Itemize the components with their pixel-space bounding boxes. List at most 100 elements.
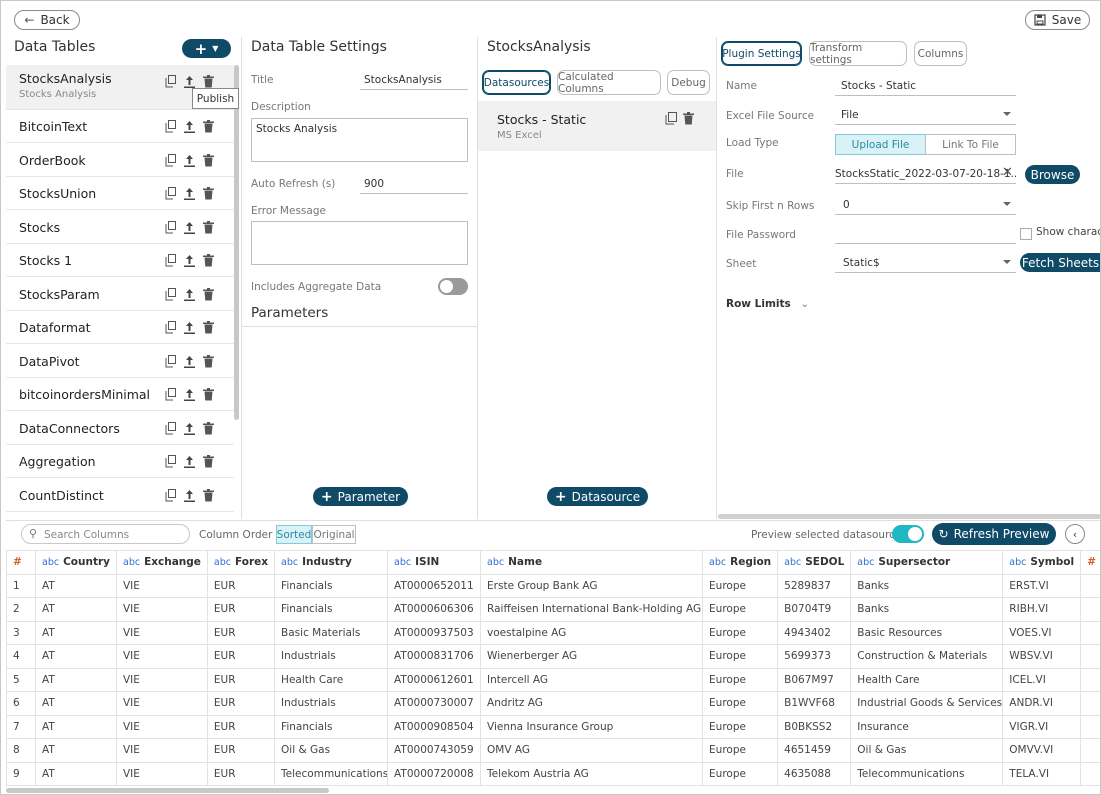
table-list-item[interactable]: Stocks bbox=[6, 210, 234, 244]
trash-icon[interactable] bbox=[203, 73, 216, 88]
copy-icon[interactable] bbox=[165, 319, 178, 334]
publish-icon[interactable] bbox=[184, 252, 197, 267]
publish-icon[interactable] bbox=[184, 73, 197, 88]
trash-icon[interactable] bbox=[203, 420, 216, 434]
trash-icon[interactable] bbox=[203, 386, 216, 401]
trash-icon[interactable] bbox=[203, 487, 216, 501]
tab-datasources[interactable]: Datasources bbox=[482, 70, 551, 95]
table-list-item[interactable]: Aggregation bbox=[6, 445, 234, 478]
table-list-item[interactable]: Stocks 1 bbox=[6, 244, 234, 277]
row-limits-toggle[interactable]: Row Limits ⌄ bbox=[726, 298, 809, 310]
column-header[interactable]: abc Industry bbox=[274, 550, 389, 575]
password-input[interactable] bbox=[835, 229, 1016, 244]
table-row[interactable]: 5 AT VIE EUR Health Care AT0000612601 Intercel… bbox=[6, 667, 1100, 692]
aggregate-toggle[interactable] bbox=[438, 278, 468, 295]
copy-icon[interactable] bbox=[665, 112, 677, 125]
publish-icon[interactable] bbox=[184, 386, 197, 401]
copy-icon[interactable] bbox=[165, 353, 178, 367]
link-to-file-option[interactable]: Link To File bbox=[925, 134, 1016, 155]
tab-columns[interactable]: Columns bbox=[914, 41, 967, 66]
column-header[interactable]: abc Country bbox=[35, 550, 117, 575]
browse-button[interactable]: Browse bbox=[1025, 165, 1080, 184]
column-header[interactable]: abc Name bbox=[480, 550, 704, 575]
publish-icon[interactable] bbox=[184, 420, 197, 435]
table-list-item[interactable]: DataConnectors bbox=[6, 411, 234, 445]
tab-plugin-settings[interactable]: Plugin Settings bbox=[721, 41, 802, 66]
horizontal-scrollbar[interactable] bbox=[718, 514, 1100, 519]
table-row[interactable]: 6 AT VIE EUR Industrials AT0000730007 Andritz … bbox=[6, 691, 1100, 716]
add-parameter-button[interactable]: + Parameter bbox=[313, 487, 408, 506]
copy-icon[interactable] bbox=[165, 219, 178, 233]
column-header[interactable]: abc Supersector bbox=[850, 550, 1004, 575]
fetch-sheets-button[interactable]: Fetch Sheets bbox=[1020, 253, 1100, 272]
table-row[interactable]: 7 AT VIE EUR Financials AT0000908504 Vienna In… bbox=[6, 714, 1100, 739]
name-input[interactable]: Stocks - Static bbox=[835, 80, 1016, 96]
publish-icon[interactable] bbox=[184, 487, 197, 502]
add-table-button[interactable]: + ▼ bbox=[182, 39, 231, 58]
trash-icon[interactable] bbox=[203, 286, 216, 300]
publish-icon[interactable] bbox=[184, 286, 197, 301]
publish-icon[interactable] bbox=[184, 152, 197, 167]
copy-icon[interactable] bbox=[165, 152, 178, 166]
back-button[interactable]: ← Back bbox=[14, 10, 80, 30]
description-textarea[interactable]: Stocks Analysis bbox=[251, 118, 468, 162]
tab-calculated-columns[interactable]: Calculated Columns bbox=[557, 70, 661, 95]
trash-icon[interactable] bbox=[203, 118, 216, 133]
publish-icon[interactable] bbox=[184, 219, 197, 234]
table-row[interactable]: 3 AT VIE EUR Basic Materials AT0000937503 voes… bbox=[6, 620, 1100, 645]
title-input[interactable]: StocksAnalysis bbox=[360, 74, 468, 90]
table-row[interactable]: 9 AT VIE EUR Telecommunications AT0000720008 T… bbox=[6, 761, 1100, 786]
save-button[interactable]: Save bbox=[1025, 10, 1090, 30]
table-row[interactable]: 2 AT VIE EUR Financials AT0000606306 Raiffeise… bbox=[6, 597, 1100, 622]
table-list-item[interactable]: Dataformat bbox=[6, 311, 234, 344]
publish-icon[interactable] bbox=[184, 453, 197, 468]
tab-debug[interactable]: Debug bbox=[667, 70, 710, 95]
table-row[interactable]: 8 AT VIE EUR Oil & Gas AT0000743059 OMV AG Euro… bbox=[6, 738, 1100, 763]
table-list-item[interactable]: CountDistinct bbox=[6, 478, 234, 512]
list-scrollbar[interactable] bbox=[234, 65, 239, 420]
column-header[interactable]: abc Region bbox=[702, 550, 779, 575]
table-list-item[interactable]: StocksUnion bbox=[6, 177, 234, 210]
copy-icon[interactable] bbox=[165, 185, 178, 200]
copy-icon[interactable] bbox=[165, 252, 178, 267]
table-list-item[interactable]: StocksParam bbox=[6, 277, 234, 311]
publish-icon[interactable] bbox=[184, 353, 197, 368]
copy-icon[interactable] bbox=[165, 420, 178, 434]
copy-icon[interactable] bbox=[165, 487, 178, 501]
file-input[interactable]: StocksStatic_2022-03-07-20-18-1... bbox=[835, 168, 1016, 184]
copy-icon[interactable] bbox=[165, 118, 178, 133]
copy-icon[interactable] bbox=[165, 386, 178, 401]
table-list-item[interactable]: BitcoinText bbox=[6, 110, 234, 143]
source-select[interactable]: File bbox=[835, 109, 1016, 125]
column-header[interactable]: abc Forex bbox=[206, 550, 276, 575]
column-header[interactable]: abc Symbol bbox=[1002, 550, 1082, 575]
preview-toggle[interactable] bbox=[892, 525, 924, 543]
table-row[interactable]: 1 AT VIE EUR Financials AT0000652011 Erste Gro… bbox=[6, 573, 1100, 598]
trash-icon[interactable] bbox=[203, 453, 216, 468]
copy-icon[interactable] bbox=[165, 453, 178, 468]
publish-icon[interactable] bbox=[184, 185, 197, 200]
clear-file-icon[interactable]: ✕ bbox=[1002, 165, 1013, 180]
original-option[interactable]: Original bbox=[312, 525, 356, 544]
publish-icon[interactable] bbox=[184, 118, 197, 133]
trash-icon[interactable] bbox=[203, 252, 216, 267]
table-scrollbar[interactable] bbox=[6, 788, 329, 793]
trash-icon[interactable] bbox=[203, 319, 216, 334]
refresh-preview-button[interactable]: ↻ Refresh Preview bbox=[932, 523, 1056, 545]
table-list-item[interactable]: DataPivot bbox=[6, 344, 234, 378]
search-columns-input[interactable]: ⚲ Search Columns bbox=[21, 524, 190, 544]
publish-icon[interactable] bbox=[184, 319, 197, 334]
trash-icon[interactable] bbox=[203, 353, 216, 367]
datasource-item[interactable]: Stocks - Static MS Excel bbox=[478, 101, 716, 151]
trash-icon[interactable] bbox=[203, 185, 216, 200]
upload-file-option[interactable]: Upload File bbox=[835, 134, 926, 155]
refresh-input[interactable]: 900 bbox=[360, 178, 468, 194]
collapse-preview-icon[interactable]: ‹ bbox=[1065, 524, 1085, 544]
table-list-item[interactable]: OrderBook bbox=[6, 143, 234, 177]
copy-icon[interactable] bbox=[165, 286, 178, 300]
trash-icon[interactable] bbox=[203, 219, 216, 233]
trash-icon[interactable] bbox=[203, 152, 216, 166]
sheet-select[interactable]: Static$ bbox=[835, 257, 1016, 273]
column-header[interactable]: abc Exchange bbox=[116, 550, 208, 575]
column-header[interactable]: abc ISIN bbox=[387, 550, 482, 575]
